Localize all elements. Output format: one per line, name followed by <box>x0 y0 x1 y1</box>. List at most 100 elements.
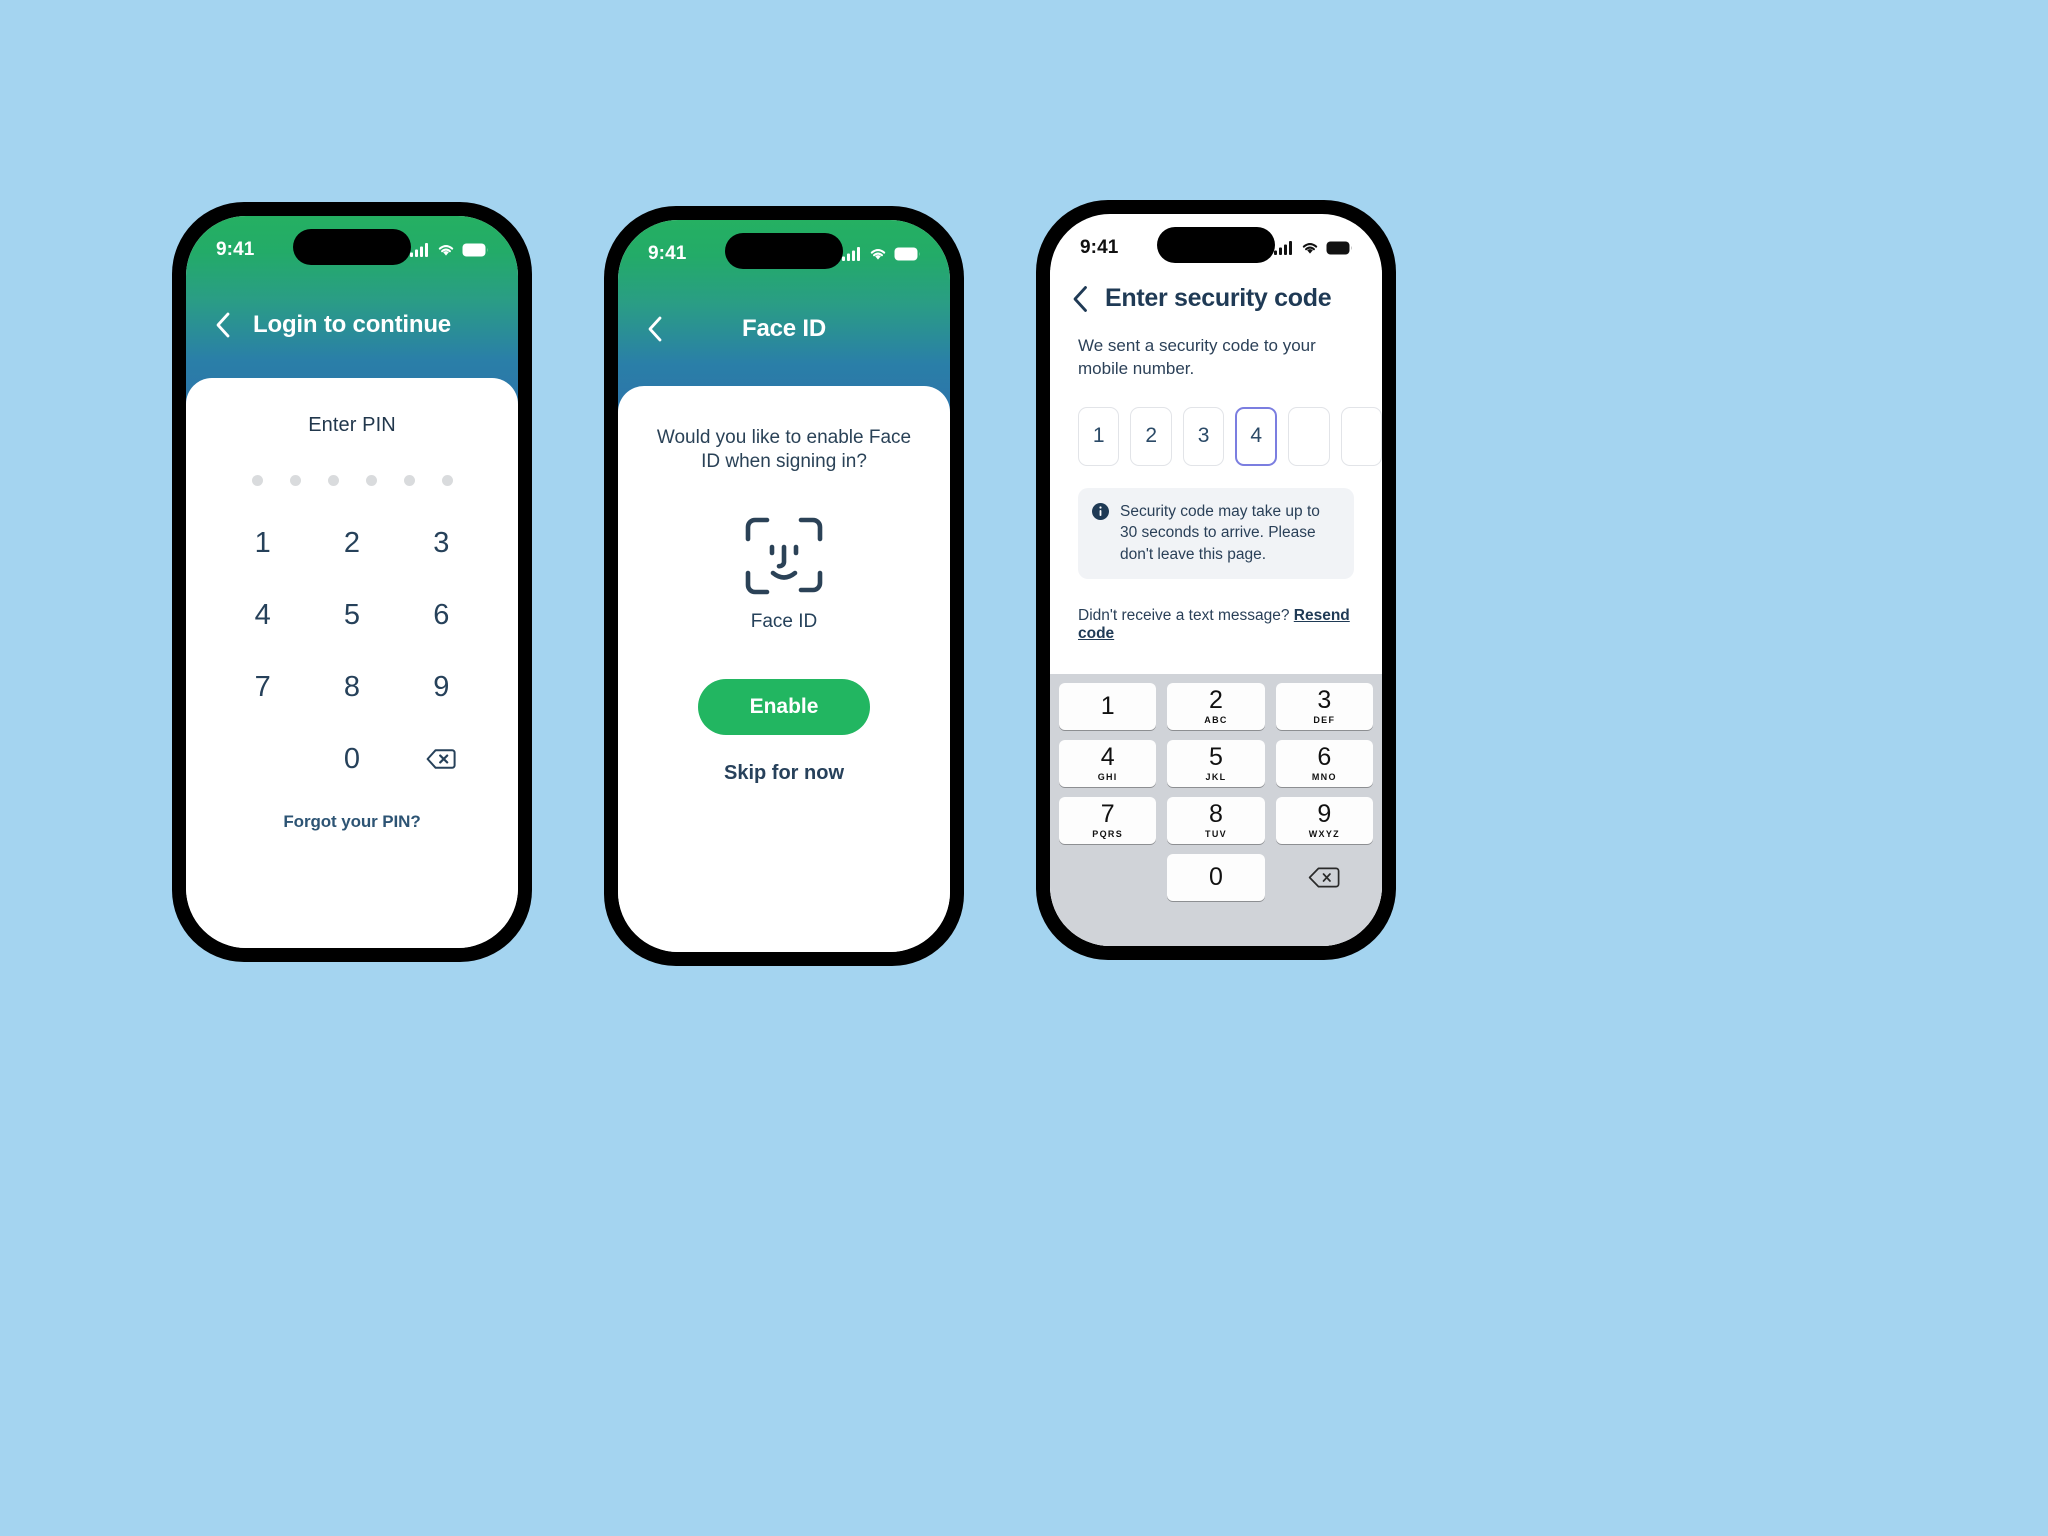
keypad-key-7[interactable]: 7 <box>218 664 307 710</box>
otp-box-2[interactable]: 2 <box>1130 406 1172 466</box>
kb-key-letters: PQRS <box>1092 829 1124 839</box>
kb-key-letters: ABC <box>1204 715 1228 725</box>
kb-key-0[interactable]: 0 <box>1167 854 1265 901</box>
keyboard-grid: 1 2 ABC 3 DEF 4 GHI 5 JKL 6 MNO 7 PQRS 8… <box>1050 683 1382 901</box>
kb-key-1[interactable]: 1 <box>1059 683 1157 730</box>
back-button[interactable] <box>1072 285 1089 313</box>
wifi-icon <box>438 245 454 256</box>
faceid-question: Would you like to enable Face ID when si… <box>656 427 912 473</box>
status-icons <box>842 247 920 261</box>
kb-key-7[interactable]: 7 PQRS <box>1059 797 1157 844</box>
otp-box-1[interactable]: 1 <box>1078 406 1120 466</box>
kb-key-letters: MNO <box>1311 772 1337 782</box>
page-title: Enter security code <box>1105 284 1332 312</box>
enter-pin-label: Enter PIN <box>308 414 396 436</box>
dynamic-island <box>725 233 843 269</box>
status-time: 9:41 <box>216 239 255 260</box>
otp-input-row: 1 2 3 4 <box>1078 406 1382 466</box>
pin-dot <box>327 475 339 486</box>
skip-for-now-button[interactable]: Skip for now <box>718 761 850 786</box>
status-time: 9:41 <box>648 243 687 264</box>
keypad-key-3[interactable]: 3 <box>397 520 486 566</box>
resend-prompt: Didn't receive a text message? <box>1078 607 1290 624</box>
kb-key-3[interactable]: 3 DEF <box>1275 683 1373 730</box>
keypad-key-0[interactable]: 0 <box>307 736 396 782</box>
forgot-pin-link[interactable]: Forgot your PIN? <box>186 812 518 832</box>
pin-dot <box>403 475 415 486</box>
keypad-key-6[interactable]: 6 <box>397 592 486 638</box>
faceid-caption: Face ID <box>750 610 818 632</box>
keypad-key-2[interactable]: 2 <box>307 520 396 566</box>
pin-keypad: 1 2 3 4 5 6 7 8 9 0 <box>218 520 486 782</box>
phone2-sheet: Would you like to enable Face ID when si… <box>618 386 950 952</box>
kb-key-6[interactable]: 6 MNO <box>1275 740 1373 787</box>
phone1-sheet: Enter PIN 1 2 3 4 5 6 7 8 9 0 Forgot you… <box>186 378 518 948</box>
screenshot-canvas: 9:41 Login to continue Enter PIN 1 2 3 4… <box>0 0 2048 1536</box>
pin-dot <box>289 475 301 486</box>
kb-key-letters: JKL <box>1205 772 1227 782</box>
otp-box-4[interactable]: 4 <box>1235 406 1278 466</box>
info-circle-icon <box>1092 502 1109 525</box>
otp-box-5[interactable] <box>1288 406 1330 466</box>
pin-dots <box>186 475 518 486</box>
kb-key-8[interactable]: 8 TUV <box>1167 797 1265 844</box>
keypad-key-1[interactable]: 1 <box>218 520 307 566</box>
chevron-left-icon <box>648 316 662 342</box>
kb-key-number: 3 <box>1317 686 1332 714</box>
security-code-subtitle: We sent a security code to your mobile n… <box>1078 336 1316 378</box>
kb-key-2[interactable]: 2 ABC <box>1167 683 1265 730</box>
battery-icon <box>894 247 920 261</box>
kb-key-number: 4 <box>1100 743 1115 771</box>
kb-key-5[interactable]: 5 JKL <box>1167 740 1265 787</box>
otp-box-3[interactable]: 3 <box>1182 406 1225 466</box>
keypad-key-9[interactable]: 9 <box>397 664 486 710</box>
backspace-icon <box>1309 867 1340 888</box>
info-banner: Security code may take up to 30 seconds … <box>1078 487 1354 579</box>
kb-key-number: 5 <box>1209 743 1223 771</box>
status-icons <box>1274 241 1352 255</box>
kb-key-letters: TUV <box>1205 829 1227 839</box>
kb-key-4[interactable]: 4 GHI <box>1059 740 1157 787</box>
cellular-bars-icon <box>842 247 860 261</box>
kb-key-letters: GHI <box>1097 772 1118 782</box>
battery-icon <box>1326 241 1352 255</box>
status-time: 9:41 <box>1080 237 1119 258</box>
pin-dot <box>365 475 377 486</box>
kb-key-number: 1 <box>1100 692 1115 720</box>
phone1-navbar: Login to continue <box>186 302 518 348</box>
pin-dot <box>251 475 263 486</box>
phone-login-pin: 9:41 Login to continue Enter PIN 1 2 3 4… <box>172 202 532 962</box>
ios-numeric-keyboard: 1 2 ABC 3 DEF 4 GHI 5 JKL 6 MNO 7 PQRS 8… <box>1050 674 1382 946</box>
resend-line: Didn't receive a text message? Resend co… <box>1078 607 1354 643</box>
kb-key-delete[interactable] <box>1276 854 1373 901</box>
phone-face-id: 9:41 Face ID Would you like to enable Fa… <box>604 206 964 966</box>
face-id-icon <box>745 517 823 594</box>
phone3-navbar: Enter security code <box>1050 270 1382 313</box>
kb-key-number: 9 <box>1317 800 1332 828</box>
cellular-bars-icon <box>410 243 428 257</box>
dynamic-island <box>293 229 411 265</box>
chevron-left-icon <box>1073 285 1087 312</box>
back-button[interactable] <box>640 314 670 344</box>
enable-button[interactable]: Enable <box>698 678 870 735</box>
dynamic-island <box>1157 227 1275 263</box>
backspace-icon <box>426 749 456 769</box>
keypad-key-5[interactable]: 5 <box>307 592 396 638</box>
wifi-icon <box>870 249 886 260</box>
cellular-bars-icon <box>1274 241 1292 255</box>
faceid-icon-wrapper <box>618 517 950 595</box>
otp-box-6[interactable] <box>1340 406 1382 466</box>
keypad-backspace-button[interactable] <box>397 736 486 782</box>
pin-dot <box>441 475 453 486</box>
kb-key-number: 8 <box>1209 800 1223 828</box>
kb-key-9[interactable]: 9 WXYZ <box>1275 797 1373 844</box>
keypad-key-4[interactable]: 4 <box>218 592 307 638</box>
phone3-screen: 9:41 Enter security code We sent a secur… <box>1050 214 1382 946</box>
phone-security-code: 9:41 Enter security code We sent a secur… <box>1036 200 1396 960</box>
phone3-content: Enter security code We sent a security c… <box>1050 270 1382 946</box>
kb-key-number: 6 <box>1317 743 1332 771</box>
back-button[interactable] <box>208 310 238 340</box>
phone1-screen: 9:41 Login to continue Enter PIN 1 2 3 4… <box>186 216 518 948</box>
keypad-key-8[interactable]: 8 <box>307 664 396 710</box>
kb-key-blank <box>1059 854 1156 901</box>
